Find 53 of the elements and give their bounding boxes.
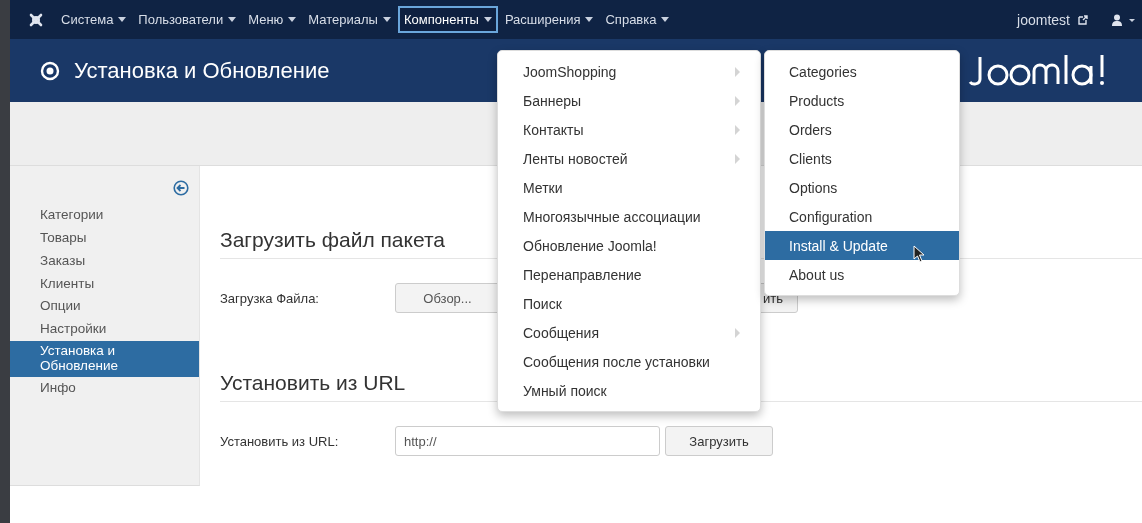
url-field[interactable]: http://: [395, 426, 660, 456]
menu-item[interactable]: About us: [765, 260, 959, 289]
caret-icon: [288, 17, 297, 22]
browse-button[interactable]: Обзор...: [395, 283, 500, 313]
menu-item[interactable]: Configuration: [765, 202, 959, 231]
caret-icon: [483, 17, 492, 22]
menu-item[interactable]: Многоязычные ассоциации: [498, 202, 760, 231]
sidebar-item[interactable]: Заказы: [10, 249, 199, 273]
menu-item[interactable]: JoomShopping: [498, 57, 760, 86]
sidebar-item[interactable]: Клиенты: [10, 272, 199, 296]
menu-item[interactable]: Обновление Joomla!: [498, 231, 760, 260]
nav-menu[interactable]: Материалы: [303, 7, 396, 32]
nav-menu[interactable]: Пользователи: [133, 7, 242, 32]
field-label: Установить из URL:: [220, 433, 340, 449]
field-label: Загрузка Файла:: [220, 290, 320, 306]
sidebar-item[interactable]: Настройки: [10, 318, 199, 342]
nav-menu[interactable]: Система: [56, 7, 132, 32]
sidebar-item[interactable]: Инфо: [10, 376, 199, 400]
sidebar-item[interactable]: Опции: [10, 295, 199, 319]
caret-icon: [585, 17, 594, 22]
cursor-icon: [913, 245, 925, 263]
menu-item[interactable]: Метки: [498, 173, 760, 202]
site-link[interactable]: joomtest: [1017, 11, 1070, 28]
caret-icon: [228, 17, 237, 22]
logo-icon[interactable]: [28, 11, 44, 28]
external-link-icon: [1078, 14, 1088, 25]
nav-menu[interactable]: Расширения: [499, 7, 599, 32]
caret-icon: [118, 17, 127, 22]
menu-item[interactable]: Clients: [765, 144, 959, 173]
sidebar-item[interactable]: Установка и Обновление: [10, 341, 199, 377]
caret-icon: [661, 17, 670, 22]
menu-item[interactable]: Умный поиск: [498, 376, 760, 405]
user-menu-icon[interactable]: [1112, 13, 1136, 26]
page-title: Установка и Обновление: [74, 57, 330, 84]
caret-icon: [382, 17, 391, 22]
menu-item[interactable]: Сообщения: [498, 318, 760, 347]
menu-item[interactable]: Products: [765, 86, 959, 115]
upload-button[interactable]: Загрузить: [665, 426, 773, 456]
nav-menu[interactable]: Меню: [243, 7, 302, 32]
menu-item[interactable]: Перенаправление: [498, 260, 760, 289]
menu-item[interactable]: Options: [765, 173, 959, 202]
sidebar-item[interactable]: Товары: [10, 226, 199, 250]
menu-item[interactable]: Контакты: [498, 115, 760, 144]
menu-item[interactable]: Orders: [765, 115, 959, 144]
sidebar-item[interactable]: Категории: [10, 204, 199, 227]
nav-menu[interactable]: Справка: [600, 7, 675, 32]
target-icon: [40, 60, 60, 81]
menu-item[interactable]: Поиск: [498, 289, 760, 318]
menu-item[interactable]: Categories: [765, 57, 959, 86]
nav-menu[interactable]: Компоненты: [397, 6, 498, 33]
menu-item[interactable]: Install & Update: [765, 231, 959, 260]
menu-item[interactable]: Баннеры: [498, 86, 760, 115]
menu-item[interactable]: Ленты новостей: [498, 144, 760, 173]
